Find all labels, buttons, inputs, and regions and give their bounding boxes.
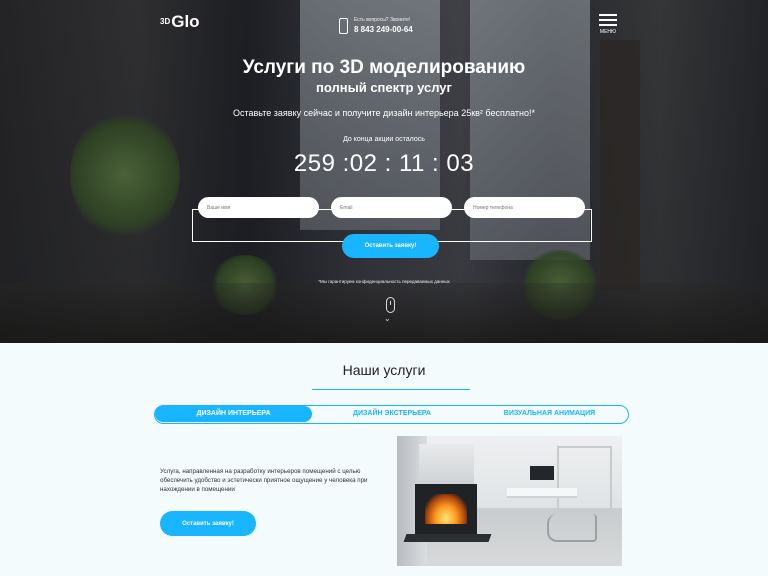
header-phone[interactable]: Есть вопросы? Звоните! 8 843 249-00-64 [339,17,413,34]
service-description: Услуга, направленная на разработку интер… [160,468,368,493]
logo-sup: 3D [160,17,171,26]
photo-fire [425,494,467,524]
hero-offer: Оставьте заявку сейчас и получите дизайн… [232,108,536,118]
hero-floor [0,283,768,343]
services-title: Наши услуги [342,362,426,378]
photo-fireplace-hood [419,444,474,484]
privacy-note: *Мы гарантируем конфиденциальность перед… [318,279,450,284]
scroll-mouse-icon[interactable] [386,297,395,313]
menu-button[interactable]: МЕНЮ [599,14,617,35]
email-input[interactable] [331,197,452,218]
tab-interior-design[interactable]: ДИЗАЙН ИНТЕРЬЕРА [155,406,312,422]
phone-input[interactable] [464,197,585,218]
phone-question: Есть вопросы? Звоните! [354,17,411,23]
menu-icon [599,14,617,16]
photo-tv [530,466,554,480]
photo-sofa [507,488,577,498]
service-request-button[interactable]: Оставить заявку! [160,511,256,536]
interior-photo [397,436,622,566]
name-input[interactable] [198,197,319,218]
phone-icon [339,17,348,34]
tab-visual-animation[interactable]: ВИЗУАЛЬНАЯ АНИМАЦИЯ [472,406,627,422]
services-title-underline [312,389,470,390]
phone-number[interactable]: 8 843 249-00-64 [354,25,413,34]
hero-subtitle: полный спектр услуг [316,80,452,95]
logo-text: Glo [171,12,200,31]
services-tabs: ДИЗАЙН ИНТЕРЬЕРА ДИЗАЙН ЭКСТЕРЬЕРА ВИЗУА… [154,405,629,424]
logo[interactable]: 3D Glo [160,12,200,32]
chevron-down-icon: ⌄ [384,314,391,323]
photo-chair [547,514,597,542]
hero-section: 3D Glo Есть вопросы? Звоните! 8 843 249-… [0,0,768,343]
menu-icon-bar [599,24,617,26]
countdown-timer: 259 :02 : 11 : 03 [293,150,475,177]
photo-fireplace-base [403,534,492,542]
hero-title: Услуги по 3D моделированию [242,57,526,78]
photo-shelf [557,446,612,511]
submit-request-button[interactable]: Оставить заявку! [342,234,439,258]
menu-label: МЕНЮ [599,29,617,35]
countdown-label: До конца акции осталось [343,136,425,143]
menu-icon-bar [599,19,617,21]
tab-exterior-design[interactable]: ДИЗАЙН ЭКСТЕРЬЕРА [312,406,472,422]
